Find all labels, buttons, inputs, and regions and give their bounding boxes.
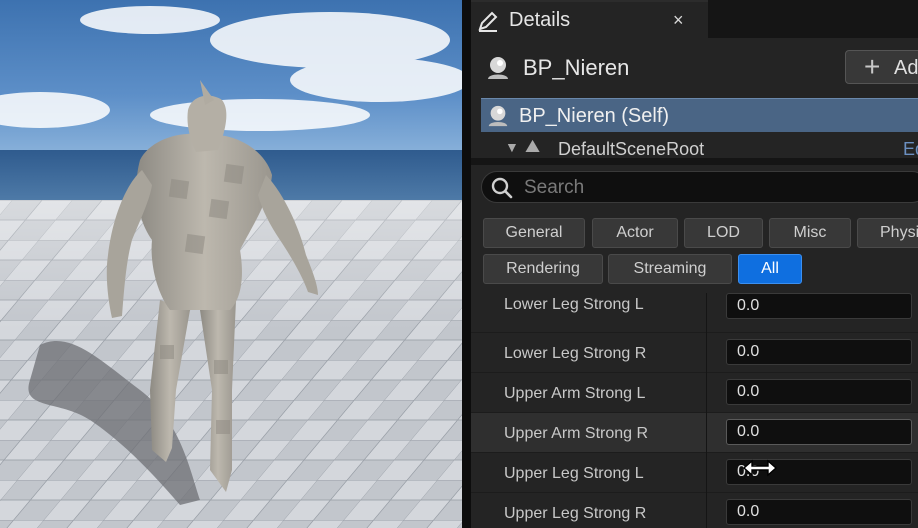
add-button-label: Add [894,57,918,79]
property-row[interactable]: Upper Arm Strong L [471,373,918,413]
clouds [0,6,462,131]
level-viewport[interactable] [0,0,462,528]
property-value-input[interactable] [726,339,912,365]
column-divider[interactable] [706,453,707,493]
property-row[interactable]: Lower Leg Strong R [471,333,918,373]
panel-splitter[interactable] [462,0,471,528]
scene-root-icon: ⛰ [525,136,541,156]
filter-all[interactable]: All [738,254,802,284]
property-label: Lower Leg Strong R [504,345,647,362]
search-icon [491,177,513,199]
collapse-arrow-icon[interactable]: ▼ [505,139,519,155]
add-component-button[interactable]: + Add [845,50,918,84]
blueprint-actor-icon [488,57,508,79]
pencil-icon [478,11,498,32]
property-label: Upper Leg Strong L [504,465,644,482]
components-tree: BP_Nieren (Self) ▼ ⛰ DefaultSceneRoot Ed [471,96,918,158]
search-box[interactable] [481,171,918,203]
property-label: Upper Leg Strong R [504,505,647,522]
close-icon[interactable]: × [673,10,684,31]
filter-streaming[interactable]: Streaming [608,254,732,284]
property-row[interactable]: Upper Leg Strong R [471,493,918,528]
details-panel: Details × BP_Nieren + Add BP_Nieren (Sel… [471,0,918,528]
column-divider[interactable] [706,413,707,453]
filter-physics[interactable]: Physi [857,218,918,248]
details-header: BP_Nieren + Add [471,38,918,96]
property-label: Upper Arm Strong R [504,425,649,442]
column-divider[interactable] [706,493,707,528]
property-value-input[interactable] [726,499,912,525]
filter-general[interactable]: General [483,218,585,248]
filter-actor[interactable]: Actor [592,218,678,248]
tab-title: Details [509,9,571,31]
component-self-label: BP_Nieren (Self) [519,105,670,127]
property-row[interactable]: Upper Arm Strong R [471,413,918,453]
property-value-input[interactable] [726,379,912,405]
filter-misc[interactable]: Misc [769,218,851,248]
property-value-input[interactable] [726,419,912,445]
filter-rendering[interactable]: Rendering [483,254,603,284]
plus-icon: + [864,51,881,82]
tab-bar: Details × [471,0,918,38]
edit-link[interactable]: Ed [903,139,918,158]
viewport-scene [0,6,462,528]
property-label: Upper Arm Strong L [504,385,646,402]
property-value-input[interactable] [726,293,912,319]
property-value-input[interactable] [726,459,912,485]
blueprint-actor-icon [488,105,508,127]
column-divider[interactable] [706,293,707,333]
filter-lod[interactable]: LOD [684,218,763,248]
section-divider [471,158,918,165]
property-list: Lower Leg Strong L Lower Leg Strong R Up… [471,293,918,528]
property-row[interactable]: Upper Leg Strong L [471,453,918,493]
search-input[interactable] [522,174,906,202]
property-label: Lower Leg Strong L [504,296,644,313]
column-divider[interactable] [706,373,707,413]
component-self-row[interactable]: BP_Nieren (Self) [481,98,918,132]
property-row[interactable]: Lower Leg Strong L [471,293,918,333]
tab-details[interactable]: Details × [471,0,708,38]
blueprint-name: BP_Nieren [523,55,630,80]
component-root-label: DefaultSceneRoot [558,139,705,158]
column-divider[interactable] [706,333,707,373]
component-root-row[interactable]: ▼ ⛰ DefaultSceneRoot Ed [501,136,918,158]
